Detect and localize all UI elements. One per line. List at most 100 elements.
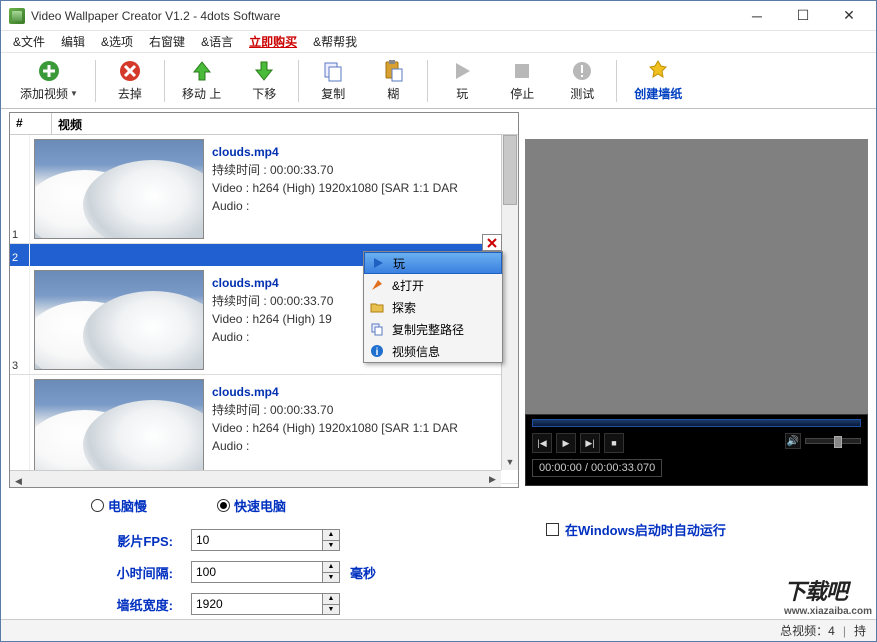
scroll-right-icon[interactable]: ▶	[484, 471, 501, 488]
player-next-button[interactable]: ▶|	[580, 433, 600, 453]
width-input[interactable]: ▲▼	[191, 593, 340, 615]
seek-bar[interactable]	[532, 419, 861, 427]
move-down-button[interactable]: 下移	[234, 55, 294, 106]
info-icon: i	[368, 343, 386, 359]
create-icon	[646, 59, 670, 83]
autorun-checkbox[interactable]: 在Windows启动时自动运行	[546, 520, 726, 539]
ctx-explore[interactable]: 探索	[364, 296, 502, 318]
status-total-label: 总视频：	[780, 622, 828, 639]
spin-down-icon[interactable]: ▼	[323, 605, 339, 615]
player-mute-button[interactable]: 🔊	[785, 433, 801, 449]
scroll-down-icon[interactable]: ▼	[502, 453, 518, 470]
list-header: # 视频	[10, 113, 518, 135]
ctx-play[interactable]: 玩	[364, 252, 502, 274]
plus-icon	[37, 59, 61, 83]
col-number[interactable]: #	[10, 113, 52, 134]
window-title: Video Wallpaper Creator V1.2 - 4dots Sof…	[31, 9, 734, 23]
arrow-down-icon	[252, 59, 276, 83]
player-prev-button[interactable]: |◀	[532, 433, 552, 453]
video-thumbnail	[34, 379, 204, 479]
row-number: 1	[10, 135, 30, 243]
create-wallpaper-button[interactable]: 创建墙纸	[621, 55, 695, 106]
delete-icon	[118, 59, 142, 83]
menu-bar: &文件 编辑 &选项 右窗键 &语言 立即购买 &帮帮我	[1, 31, 876, 53]
video-info: clouds.mp4 持续时间 : 00:00:33.70 Video : h2…	[208, 375, 518, 483]
menu-options[interactable]: &选项	[93, 31, 141, 52]
row-number: 4	[10, 375, 30, 483]
spin-down-icon[interactable]: ▼	[323, 573, 339, 583]
ctx-video-info[interactable]: i 视频信息	[364, 340, 502, 362]
interval-unit: 毫秒	[350, 563, 376, 582]
paste-button[interactable]: 糊	[363, 55, 423, 106]
scroll-thumb[interactable]	[503, 135, 517, 205]
svg-text:i: i	[376, 347, 379, 358]
spin-up-icon[interactable]: ▲	[323, 530, 339, 541]
close-button[interactable]: ✕	[826, 2, 872, 30]
list-row[interactable]: 1 clouds.mp4 持续时间 : 00:00:33.70 Video : …	[10, 135, 518, 244]
player-play-button[interactable]: ▶	[556, 433, 576, 453]
menu-buy-now[interactable]: 立即购买	[241, 31, 305, 52]
title-bar: Video Wallpaper Creator V1.2 - 4dots Sof…	[1, 1, 876, 31]
copy-icon	[368, 321, 386, 337]
status-total-value: 4	[828, 624, 835, 638]
spin-up-icon[interactable]: ▲	[323, 594, 339, 605]
checkbox-icon	[546, 523, 559, 536]
ctx-copy-path[interactable]: 复制完整路径	[364, 318, 502, 340]
folder-icon	[368, 299, 386, 315]
fps-label: 影片FPS:	[91, 531, 191, 550]
video-filename: clouds.mp4	[212, 383, 514, 401]
remove-button[interactable]: 去掉	[100, 55, 160, 106]
horizontal-scrollbar[interactable]: ◀ ▶	[10, 470, 501, 487]
interval-label: 小时间隔:	[91, 563, 191, 582]
spin-down-icon[interactable]: ▼	[323, 541, 339, 551]
move-up-button[interactable]: 移动 上	[169, 55, 234, 106]
watermark: 下载吧 www.xiazaiba.com	[784, 574, 872, 617]
row-number: 2	[10, 244, 30, 266]
add-video-button[interactable]: 添加视频▼	[7, 55, 91, 106]
interval-input[interactable]: ▲▼	[191, 561, 340, 583]
paste-icon	[381, 59, 405, 83]
menu-help[interactable]: &帮帮我	[305, 31, 365, 52]
ctx-open[interactable]: &打开	[364, 274, 502, 296]
video-thumbnail	[34, 139, 204, 239]
player-time: 00:00:00 / 00:00:33.070	[532, 459, 662, 477]
test-button[interactable]: 测试	[552, 55, 612, 106]
stop-icon	[510, 59, 534, 83]
video-filename: clouds.mp4	[212, 143, 514, 161]
context-menu: 玩 &打开 探索 复制完整路径 i 视频信息	[363, 251, 503, 363]
volume-slider[interactable]	[805, 438, 861, 444]
maximize-button[interactable]: ☐	[780, 2, 826, 30]
list-row[interactable]: 4 clouds.mp4 持续时间 : 00:00:33.70 Video : …	[10, 375, 518, 484]
main-area: # 视频 1 clouds.mp4 持续时间 : 00:00:33.70 Vid…	[1, 109, 876, 488]
video-info: clouds.mp4 持续时间 : 00:00:33.70 Video : h2…	[208, 135, 518, 243]
menu-language[interactable]: &语言	[193, 31, 241, 52]
video-preview	[525, 139, 868, 414]
vertical-scrollbar[interactable]: ▲ ▼	[501, 135, 518, 470]
spin-up-icon[interactable]: ▲	[323, 562, 339, 573]
radio-fast-pc[interactable]: 快速电脑	[217, 496, 286, 515]
scroll-left-icon[interactable]: ◀	[10, 473, 27, 490]
player-stop-button[interactable]: ■	[604, 433, 624, 453]
menu-file[interactable]: &文件	[5, 31, 53, 52]
video-thumbnail	[34, 270, 204, 370]
width-label: 墙纸宽度:	[91, 595, 191, 614]
stop-button[interactable]: 停止	[492, 55, 552, 106]
copy-button[interactable]: 复制	[303, 55, 363, 106]
menu-rightclick[interactable]: 右窗键	[141, 31, 193, 52]
menu-edit[interactable]: 编辑	[53, 31, 93, 52]
status-bar: 总视频： 4 | 持	[1, 619, 876, 641]
media-player: |◀ ▶ ▶| ■ 🔊 00:00:00 / 00:00:33.070	[525, 414, 868, 486]
play-button[interactable]: 玩	[432, 55, 492, 106]
test-icon	[570, 59, 594, 83]
context-close-button[interactable]	[482, 234, 502, 251]
row-number: 3	[10, 266, 30, 374]
toolbar: 添加视频▼ 去掉 移动 上 下移 复制 糊 玩 停止 测试 创建墙纸	[1, 53, 876, 109]
minimize-button[interactable]: ─	[734, 2, 780, 30]
fps-input[interactable]: ▲▼	[191, 529, 340, 551]
play-icon	[450, 59, 474, 83]
radio-slow-pc[interactable]: 电脑慢	[91, 496, 147, 515]
copy-icon	[321, 59, 345, 83]
col-video[interactable]: 视频	[52, 113, 518, 134]
app-icon	[9, 8, 25, 24]
play-icon	[369, 255, 387, 271]
